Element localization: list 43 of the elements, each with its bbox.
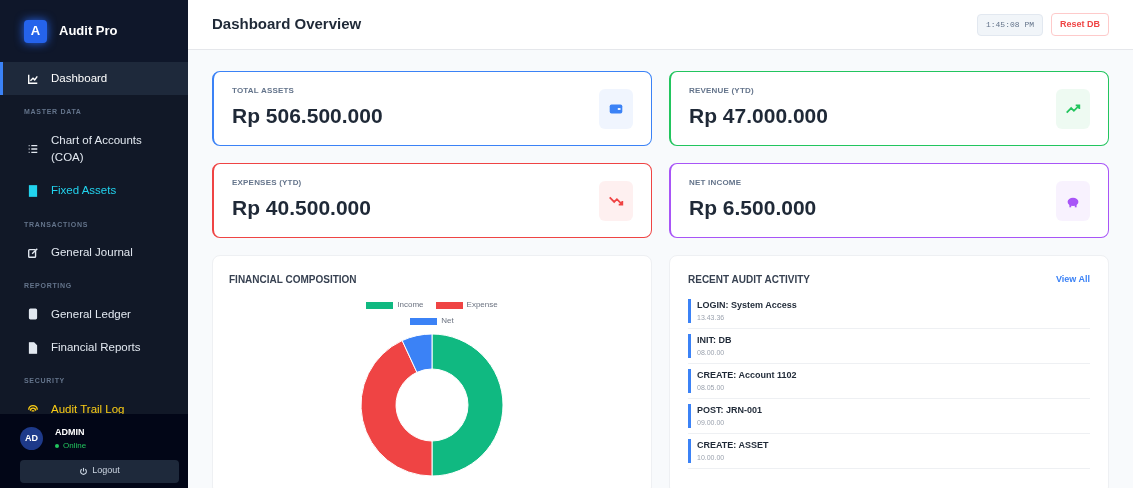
legend-swatch (410, 317, 438, 325)
stat-value: Rp 6.500.000 (689, 195, 817, 222)
stat-value: Rp 506.500.000 (232, 103, 383, 130)
activity-action: CREATE: Account 1102 (697, 369, 798, 382)
logout-button[interactable]: Logout (20, 459, 179, 483)
legend-label: Net (441, 315, 454, 327)
nav-item[interactable]: Financial Reports (0, 331, 188, 365)
card-title: FINANCIAL COMPOSITION (229, 273, 358, 287)
app-name: Audit Pro (59, 22, 118, 41)
nav-item[interactable]: General Journal (0, 236, 188, 270)
user-name: ADMIN (55, 426, 86, 439)
stat-value: Rp 47.000.000 (689, 103, 828, 130)
logo-badge: A (24, 19, 47, 43)
edit-icon (27, 246, 39, 259)
list-icon (27, 143, 39, 155)
activity-action: CREATE: ASSET (697, 439, 770, 452)
view-all-link[interactable]: View All (1056, 272, 1090, 287)
chart-icon (27, 72, 39, 85)
activity-action: POST: JRN-001 (697, 404, 764, 417)
nav-item[interactable]: Fixed Assets (0, 174, 188, 208)
stat-label: TOTAL ASSETS (232, 85, 296, 98)
page-title: Dashboard Overview (212, 14, 362, 35)
clock: 1:45:08 PM (976, 13, 1043, 36)
stat-label: NET INCOME (689, 177, 743, 190)
stat-value: Rp 40.500.000 (232, 195, 371, 222)
online-dot-icon (55, 443, 59, 448)
user-status: Online (55, 439, 87, 452)
activity-action: LOGIN: System Access (697, 299, 798, 312)
card-title: RECENT AUDIT ACTIVITY (688, 273, 811, 287)
stat-label: REVENUE (YTD) (689, 85, 755, 98)
nav-item[interactable]: Dashboard (0, 62, 188, 96)
document-icon (27, 341, 39, 354)
reset-db-button[interactable]: Reset DB (1051, 12, 1109, 37)
nav-item[interactable]: General Ledger (0, 297, 188, 331)
legend-label: Income (397, 299, 424, 311)
legend-label: Expense (466, 299, 498, 311)
stat-label: EXPENSES (YTD) (232, 177, 303, 190)
legend-swatch (435, 301, 463, 309)
legend-swatch (366, 301, 394, 309)
power-icon (79, 466, 89, 476)
user-avatar: AD (20, 427, 43, 451)
activity-action: INIT: DB (697, 334, 733, 347)
nav-item[interactable]: Chart of Accounts (COA) (0, 123, 188, 175)
